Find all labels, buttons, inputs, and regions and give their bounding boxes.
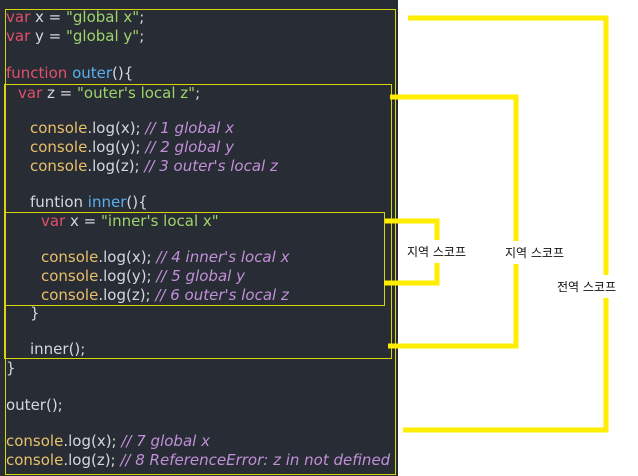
inner-scope-label: 지역 스코프 [403,240,471,263]
global-scope-bracket [403,15,609,433]
outer-scope-label: 지역 스코프 [501,241,569,264]
global-scope-label: 전역 스코프 [553,275,621,298]
scope-brackets [384,15,609,433]
